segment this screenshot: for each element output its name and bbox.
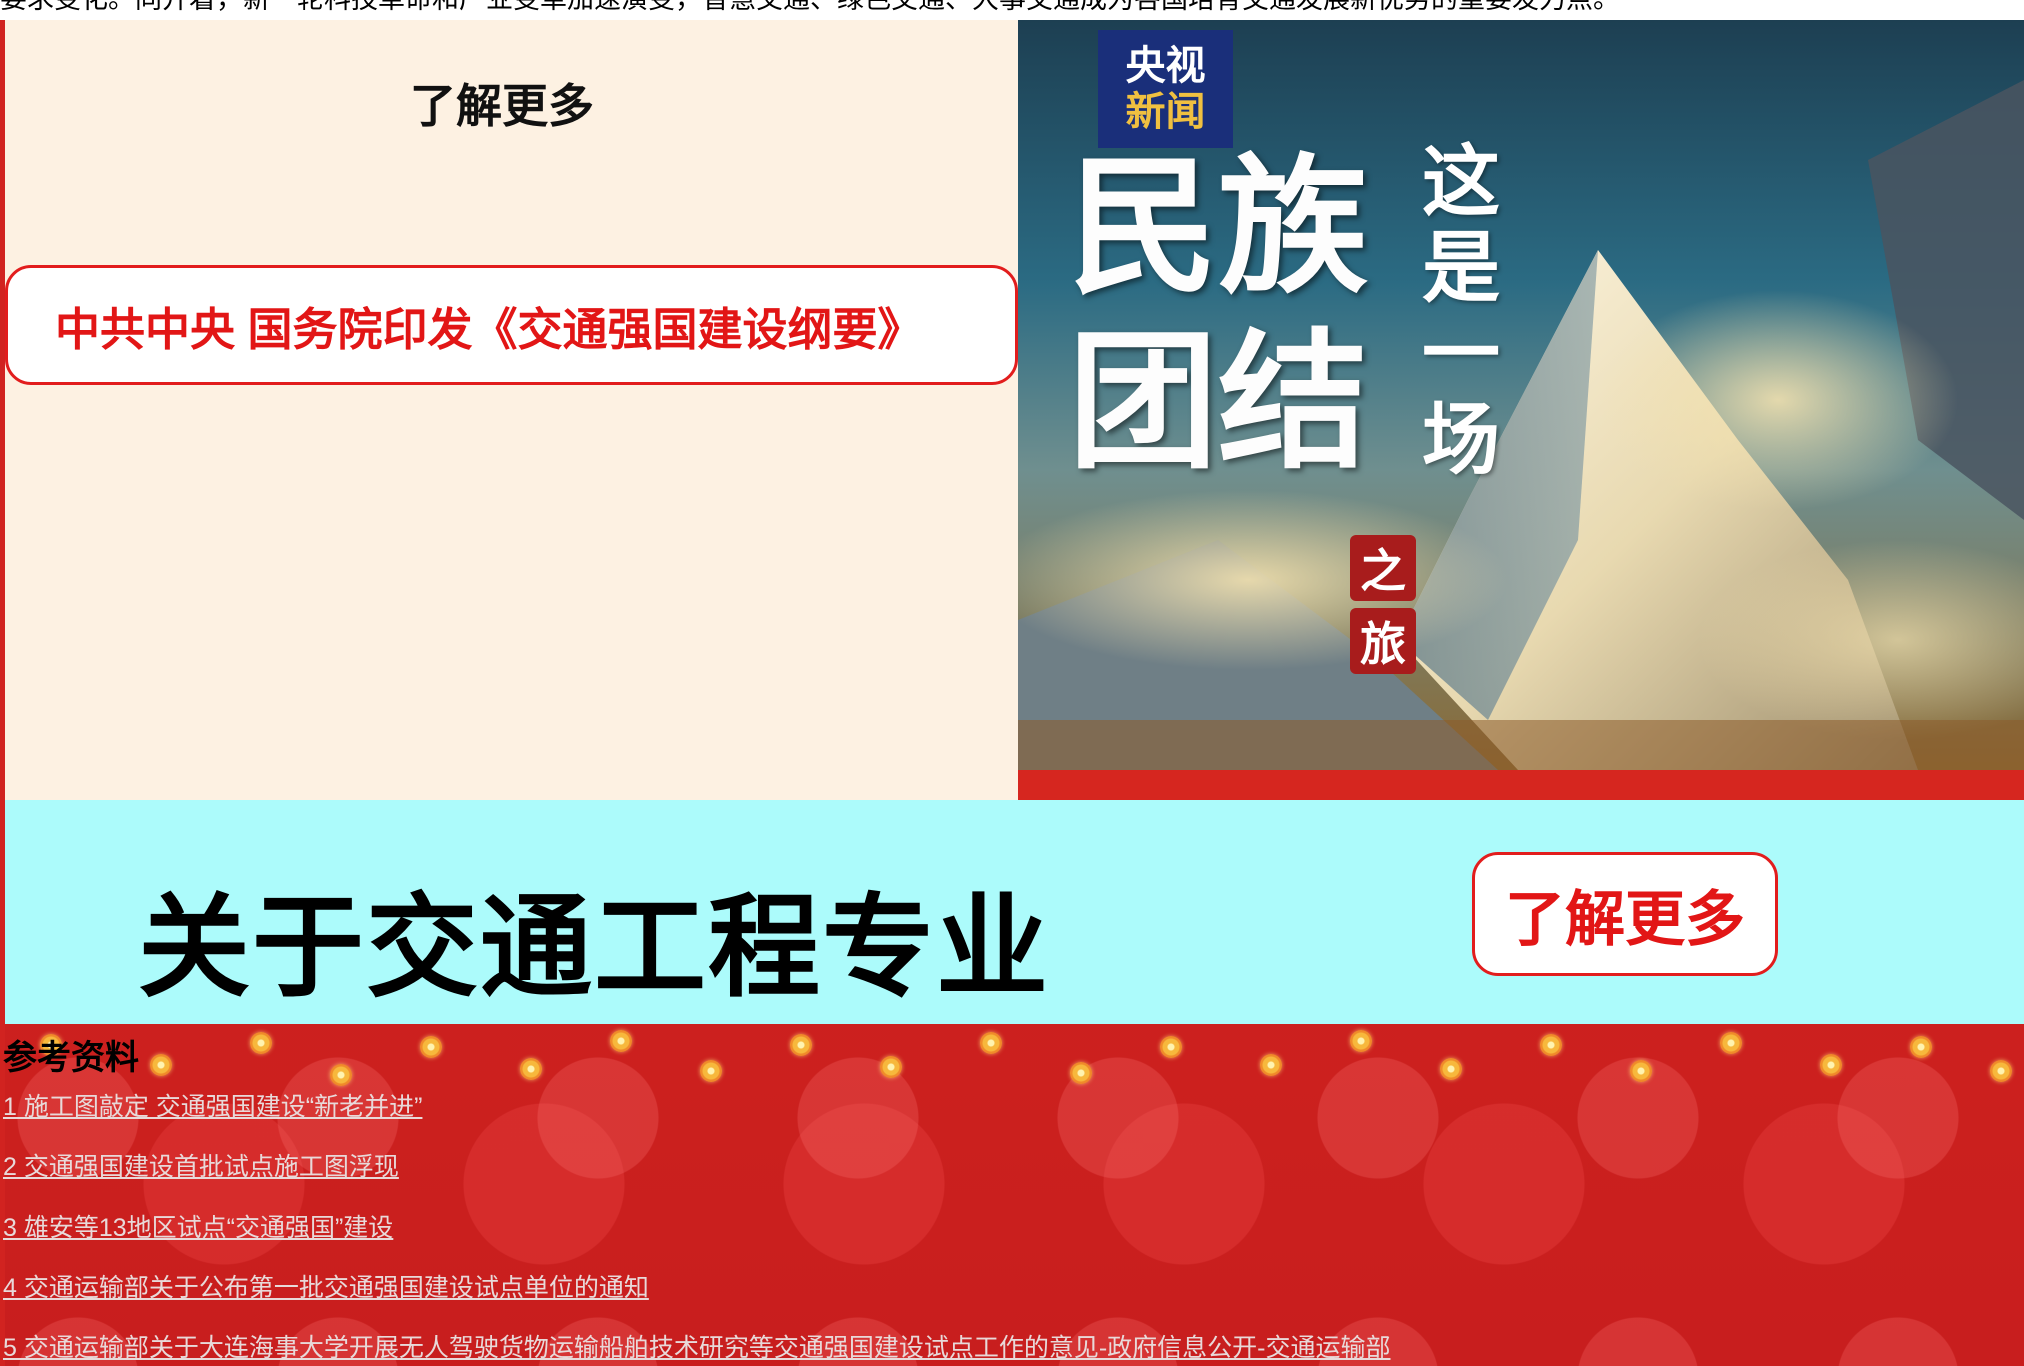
left-panel: 了解更多 中共中央 国务院印发《交通强国建设纲要》 bbox=[5, 20, 1018, 800]
references-heading: 参考资料 bbox=[3, 1039, 139, 1077]
outline-document-button[interactable]: 中共中央 国务院印发《交通强国建设纲要》 bbox=[5, 265, 1018, 385]
banner-title: 关于交通工程专业 bbox=[138, 885, 1050, 1010]
learn-more-link[interactable]: 了解更多 bbox=[410, 70, 594, 136]
reference-link-2[interactable]: 2 交通强国建设首批试点施工图浮现 bbox=[3, 1147, 399, 1183]
learn-more-button[interactable]: 了解更多 bbox=[1472, 852, 1778, 976]
reference-link-3[interactable]: 3 雄安等13地区试点“交通强国”建设 bbox=[3, 1208, 393, 1244]
top-strip-text: 要求变化。同开着，新一轮科技革命和产业变革加速演变，智慧交通、绿色交通、大事交通… bbox=[0, 0, 1620, 15]
video-title-main: 民族团结 bbox=[1068, 139, 1369, 490]
logo-line-2: 新闻 bbox=[1125, 90, 1206, 134]
video-player[interactable]: 央视 新闻 民族团结 这是一场 之 旅 bbox=[1018, 20, 2024, 770]
reference-link-4[interactable]: 4 交通运输部关于公布第一批交通强国建设试点单位的通知 bbox=[3, 1268, 649, 1304]
major-banner: 关于交通工程专业 了解更多 bbox=[5, 800, 2024, 1024]
reference-link-5[interactable]: 5 交通运输部关于大连海事大学开展无人驾驶货物运输船舶技术研究等交通强国建设试点… bbox=[3, 1328, 1391, 1364]
reference-link-1[interactable]: 1 施工图敲定 交通强国建设“新老并进” bbox=[3, 1087, 422, 1123]
video-title-vertical: 这是一场 bbox=[1409, 140, 1500, 484]
top-text-strip: 要求变化。同开着，新一轮科技革命和产业变革加速演变，智慧交通、绿色交通、大事交通… bbox=[0, 0, 2024, 20]
video-bottom-bar bbox=[1018, 770, 2024, 800]
seal-top: 之 bbox=[1350, 535, 1416, 601]
cctv-news-logo: 央视 新闻 bbox=[1098, 30, 1233, 148]
seal-bottom: 旅 bbox=[1350, 608, 1416, 674]
logo-line-1: 央视 bbox=[1125, 44, 1206, 88]
